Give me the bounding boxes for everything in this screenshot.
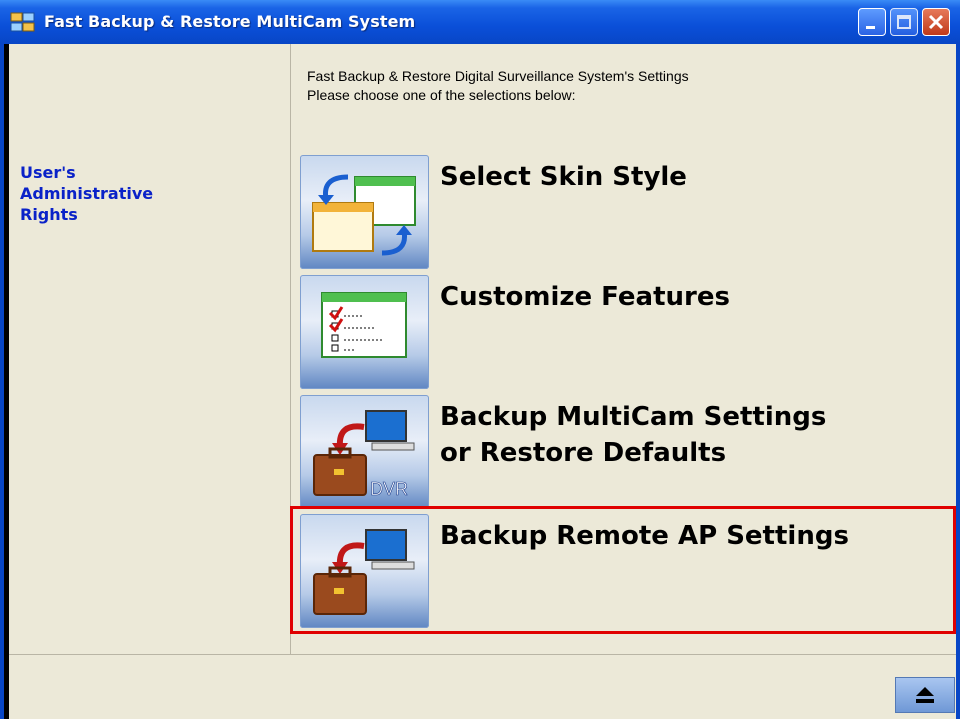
checklist-window-icon[interactable]	[300, 275, 429, 389]
option-label[interactable]: Select Skin Style	[440, 159, 940, 195]
skin-windows-icon[interactable]	[300, 155, 429, 269]
window-border-right	[956, 44, 960, 719]
option-label[interactable]: Backup Remote AP Settings	[440, 518, 940, 554]
title-bar[interactable]: Fast Backup & Restore MultiCam System	[0, 0, 960, 44]
option-customize-features[interactable]: Customize Features	[300, 275, 940, 389]
briefcase-computer-icon[interactable]	[300, 514, 429, 628]
sidebar-divider	[290, 44, 291, 654]
intro-text: Fast Backup & Restore Digital Surveillan…	[307, 67, 689, 105]
window-title: Fast Backup & Restore MultiCam System	[44, 12, 416, 31]
maximize-icon	[897, 15, 911, 29]
footer-divider	[9, 654, 956, 655]
dvr-text: DVR	[370, 479, 408, 499]
close-button[interactable]	[922, 8, 950, 36]
close-icon	[928, 14, 944, 30]
minimize-button[interactable]	[858, 8, 886, 36]
eject-icon	[916, 687, 934, 703]
option-label[interactable]: Customize Features	[440, 279, 940, 315]
option-backup-remote-ap-settings[interactable]: Backup Remote AP Settings	[300, 514, 940, 628]
window-border-inner	[4, 44, 9, 719]
user-admin-rights-link[interactable]: User's Administrative Rights	[20, 162, 220, 225]
app-icon	[10, 12, 35, 32]
option-label[interactable]: Backup MultiCam Settings or Restore Defa…	[440, 399, 940, 471]
intro-line-2: Please choose one of the selections belo…	[307, 87, 576, 103]
minimize-icon	[866, 26, 875, 29]
briefcase-dvr-icon[interactable]: DVR	[300, 395, 429, 509]
app-window: Fast Backup & Restore MultiCam System Us…	[0, 0, 960, 719]
intro-line-1: Fast Backup & Restore Digital Surveillan…	[307, 68, 689, 84]
option-backup-multicam-settings[interactable]: DVR Backup MultiCam Settings or Restore …	[300, 395, 940, 509]
maximize-button[interactable]	[890, 8, 918, 36]
option-select-skin-style[interactable]: Select Skin Style	[300, 155, 940, 269]
eject-button[interactable]	[895, 677, 955, 713]
